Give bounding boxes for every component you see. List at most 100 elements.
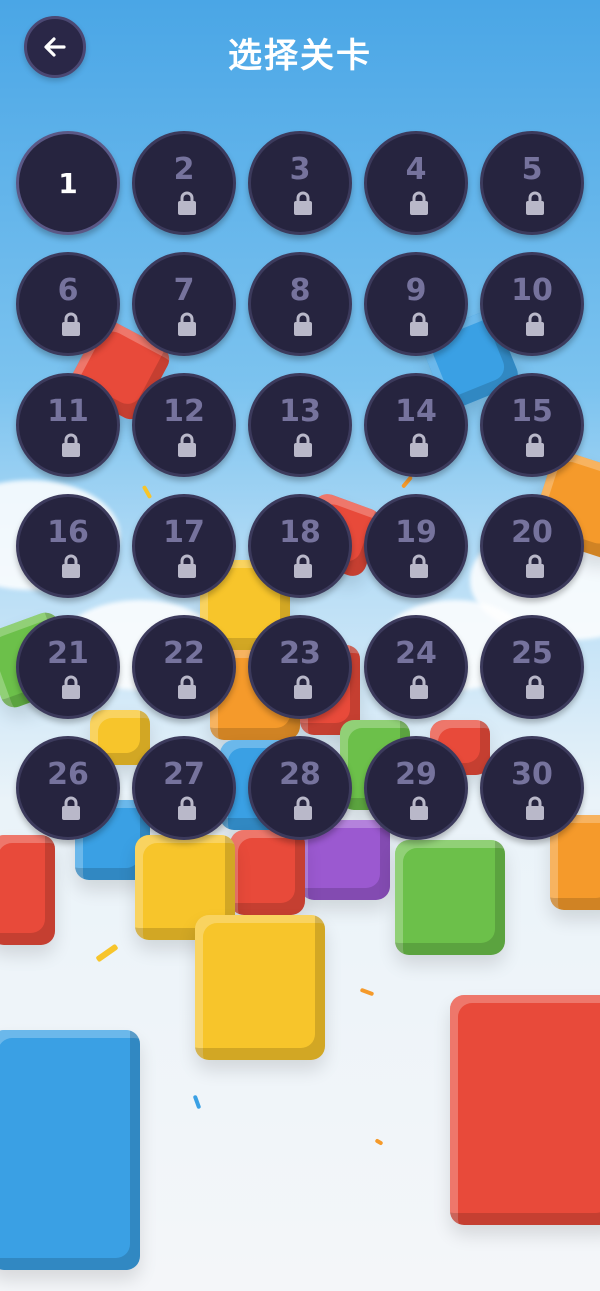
level-number: 6 — [57, 273, 79, 308]
level-number: 17 — [163, 515, 205, 550]
lock-icon — [178, 312, 196, 336]
level-button-12[interactable]: 12 — [132, 373, 236, 477]
level-button-15[interactable]: 15 — [480, 373, 584, 477]
level-button-18[interactable]: 18 — [248, 494, 352, 598]
level-button-20[interactable]: 20 — [480, 494, 584, 598]
lock-icon — [178, 191, 196, 215]
lock-icon — [410, 312, 428, 336]
confetti — [374, 1138, 384, 1146]
lock-icon — [294, 433, 312, 457]
level-button-2[interactable]: 2 — [132, 131, 236, 235]
level-button-1[interactable]: 1 — [16, 131, 120, 235]
level-number: 26 — [47, 757, 89, 792]
level-number: 16 — [47, 515, 89, 550]
lock-icon — [62, 312, 80, 336]
level-button-5[interactable]: 5 — [480, 131, 584, 235]
header: 选择关卡 — [0, 0, 600, 100]
lock-icon — [62, 554, 80, 578]
level-number: 8 — [289, 273, 311, 308]
level-number: 23 — [279, 636, 321, 671]
lock-icon — [410, 554, 428, 578]
level-number: 21 — [47, 636, 89, 671]
level-number: 13 — [279, 394, 321, 429]
lock-icon — [294, 312, 312, 336]
level-button-25[interactable]: 25 — [480, 615, 584, 719]
lock-icon — [526, 675, 544, 699]
level-button-27[interactable]: 27 — [132, 736, 236, 840]
level-button-7[interactable]: 7 — [132, 252, 236, 356]
level-button-16[interactable]: 16 — [16, 494, 120, 598]
level-number: 4 — [405, 152, 427, 187]
level-number: 18 — [279, 515, 321, 550]
confetti — [192, 1094, 202, 1110]
lock-icon — [62, 796, 80, 820]
level-button-24[interactable]: 24 — [364, 615, 468, 719]
lock-icon — [178, 796, 196, 820]
level-number: 19 — [395, 515, 437, 550]
lock-icon — [294, 554, 312, 578]
level-button-28[interactable]: 28 — [248, 736, 352, 840]
level-button-29[interactable]: 29 — [364, 736, 468, 840]
level-number: 11 — [47, 394, 89, 429]
confetti — [359, 987, 375, 997]
green-cube — [395, 840, 505, 955]
level-number: 3 — [289, 152, 311, 187]
level-number: 30 — [511, 757, 553, 792]
yellow-cube — [195, 915, 325, 1060]
lock-icon — [62, 433, 80, 457]
level-number: 2 — [173, 152, 195, 187]
lock-icon — [410, 675, 428, 699]
lock-icon — [410, 796, 428, 820]
level-number: 22 — [163, 636, 205, 671]
level-number: 25 — [511, 636, 553, 671]
level-number: 9 — [405, 273, 427, 308]
level-number: 28 — [279, 757, 321, 792]
level-grid: 1 2 3 4 5 6 7 8 9 10 11 12 13 14 15 16 17 18 19 20 21 22 23 24 2… — [16, 131, 584, 840]
level-number: 29 — [395, 757, 437, 792]
lock-icon — [294, 191, 312, 215]
lock-icon — [526, 796, 544, 820]
level-button-4[interactable]: 4 — [364, 131, 468, 235]
red-cube — [230, 830, 305, 915]
level-number: 27 — [163, 757, 205, 792]
lock-icon — [178, 554, 196, 578]
blue-cube — [0, 1030, 140, 1270]
level-number: 14 — [395, 394, 437, 429]
level-button-26[interactable]: 26 — [16, 736, 120, 840]
level-button-19[interactable]: 19 — [364, 494, 468, 598]
page-title: 选择关卡 — [228, 36, 372, 76]
level-button-3[interactable]: 3 — [248, 131, 352, 235]
lock-icon — [526, 433, 544, 457]
level-number: 12 — [163, 394, 205, 429]
lock-icon — [526, 191, 544, 215]
level-number: 24 — [395, 636, 437, 671]
lock-icon — [410, 191, 428, 215]
lock-icon — [526, 554, 544, 578]
level-button-21[interactable]: 21 — [16, 615, 120, 719]
level-number: 10 — [511, 273, 553, 308]
level-number: 15 — [511, 394, 553, 429]
level-number: 7 — [173, 273, 195, 308]
level-button-8[interactable]: 8 — [248, 252, 352, 356]
level-button-13[interactable]: 13 — [248, 373, 352, 477]
level-button-11[interactable]: 11 — [16, 373, 120, 477]
level-button-9[interactable]: 9 — [364, 252, 468, 356]
level-button-22[interactable]: 22 — [132, 615, 236, 719]
red-cube — [0, 835, 55, 945]
lock-icon — [178, 433, 196, 457]
lock-icon — [62, 675, 80, 699]
lock-icon — [178, 675, 196, 699]
level-button-23[interactable]: 23 — [248, 615, 352, 719]
level-button-14[interactable]: 14 — [364, 373, 468, 477]
lock-icon — [294, 796, 312, 820]
lock-icon — [410, 433, 428, 457]
level-number: 1 — [58, 167, 78, 200]
level-button-30[interactable]: 30 — [480, 736, 584, 840]
level-number: 20 — [511, 515, 553, 550]
lock-icon — [526, 312, 544, 336]
level-button-17[interactable]: 17 — [132, 494, 236, 598]
level-button-6[interactable]: 6 — [16, 252, 120, 356]
confetti — [95, 943, 119, 963]
level-button-10[interactable]: 10 — [480, 252, 584, 356]
red-cube — [450, 995, 600, 1225]
